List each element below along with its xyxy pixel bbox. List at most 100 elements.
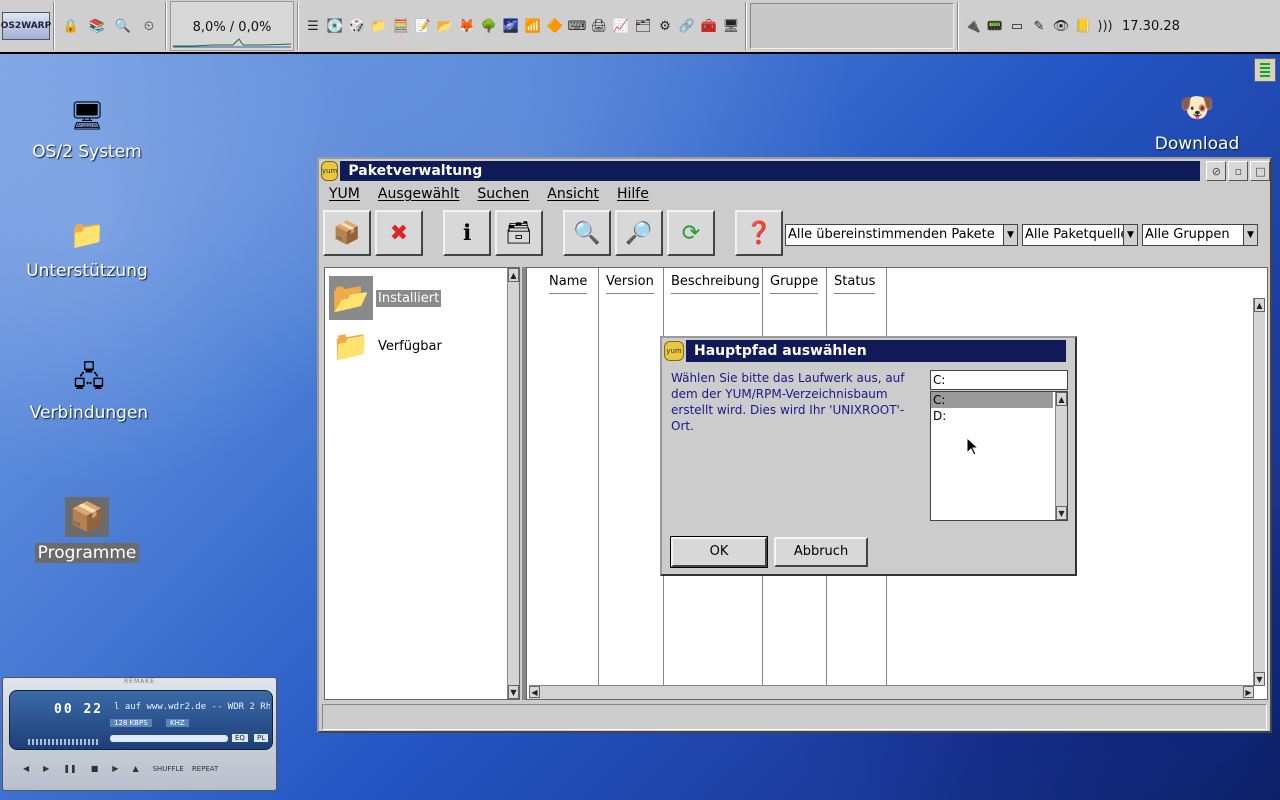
device-icon[interactable]: 📟 (986, 16, 1004, 36)
column-gruppe[interactable]: Gruppe (770, 274, 818, 294)
ok-button[interactable]: OK (670, 536, 768, 568)
desktop-icon-download[interactable]: 🐶 Download (1122, 88, 1272, 155)
column-beschreibung[interactable]: Beschreibung (671, 274, 760, 294)
menu-hilfe[interactable]: Hilfe (617, 186, 649, 202)
resource-indicator[interactable] (1254, 58, 1276, 82)
calculator-icon[interactable]: 🧮 (392, 16, 410, 36)
player-eq-button[interactable]: EQ (232, 734, 248, 742)
firefox-icon[interactable]: 🦊 (458, 16, 476, 36)
desktop-icon-programme[interactable]: 📦 Programme (12, 497, 162, 563)
clock[interactable]: 17.30.28 (1122, 19, 1180, 34)
drive-option-d[interactable]: D: (931, 408, 1053, 424)
wireless-icon[interactable]: ))) (1096, 16, 1114, 36)
window-titlebar[interactable]: yum Paketverwaltung ⊘ ▫ □ (319, 159, 1271, 183)
keyboard-icon[interactable]: ⌨ (568, 16, 587, 36)
column-name[interactable]: Name (549, 274, 587, 294)
search-icon[interactable]: 🔍 (113, 16, 133, 36)
menu-ausgewaehlt[interactable]: Ausgewählt (378, 186, 460, 202)
tree-scrollbar[interactable]: ▲ ▼ (507, 268, 519, 699)
books-icon[interactable]: 📚 (87, 16, 107, 36)
cancel-button[interactable]: Abbruch (774, 537, 868, 567)
shuffle-button[interactable]: SHUFFLE (153, 765, 184, 773)
printer-icon[interactable]: 🖨 (590, 16, 608, 36)
scroll-down-icon[interactable]: ▼ (1254, 672, 1265, 686)
window-hide-button[interactable]: ⊘ (1206, 161, 1227, 181)
refresh-button[interactable]: ⟳ (667, 210, 715, 256)
install-package-button[interactable]: 📦 (323, 210, 371, 256)
player-playlist-button[interactable]: PL (254, 734, 269, 742)
pen-icon[interactable]: ✎ (1030, 16, 1048, 36)
repeat-button[interactable]: REPEAT (192, 765, 218, 773)
column-version[interactable]: Version (606, 274, 654, 294)
drive-input[interactable]: C: (930, 370, 1068, 390)
window-list-icon[interactable]: ☰ (304, 16, 322, 36)
group-filter-select[interactable]: Alle Gruppen ▼ (1142, 224, 1258, 246)
window-minimize-button[interactable]: ▫ (1228, 161, 1249, 181)
scroll-up-icon[interactable]: ▲ (508, 268, 519, 282)
find-button[interactable]: 🔎 (615, 210, 663, 256)
scroll-left-icon[interactable]: ◀ (529, 686, 540, 698)
dialog-titlebar[interactable]: yum Hauptpfad auswählen (662, 338, 1075, 364)
yum-icon[interactable]: yum (321, 161, 339, 181)
search-package-button[interactable]: 🔍 (563, 210, 611, 256)
stop-icon[interactable]: ■ (91, 764, 99, 773)
desktop-icon-unterstuetzung[interactable]: 📁 Unterstützung (12, 215, 162, 282)
folder-doc-icon[interactable]: 📂 (436, 16, 454, 36)
chevron-down-icon[interactable]: ▼ (1003, 225, 1017, 245)
gears-icon[interactable]: ⚙ (656, 16, 674, 36)
menu-ansicht[interactable]: Ansicht (547, 186, 599, 202)
drive-option-c[interactable]: C: (931, 392, 1053, 408)
taskbar-window-area[interactable] (750, 3, 954, 49)
clock-icon[interactable]: ⏲ (139, 16, 159, 36)
yum-icon[interactable]: yum (664, 341, 684, 361)
package-files-button[interactable]: 🗃 (495, 210, 543, 256)
desktop-icon-os2-system[interactable]: 🖥 OS/2 System (12, 96, 162, 163)
dialer-icon[interactable]: 📶 (524, 16, 542, 36)
scroll-up-icon[interactable]: ▲ (1056, 392, 1067, 406)
eye-icon[interactable]: 👁 (1052, 16, 1070, 36)
previous-icon[interactable]: ◀ (23, 764, 29, 773)
toolbox-icon[interactable]: 🧰 (700, 16, 718, 36)
memory-icon[interactable]: ▭ (1008, 16, 1026, 36)
network-icon[interactable]: 🔗 (678, 16, 696, 36)
player-seek-slider[interactable] (110, 735, 228, 742)
scroll-down-icon[interactable]: ▼ (1056, 506, 1067, 520)
help-button[interactable]: ❓ (735, 210, 783, 256)
scroll-right-icon[interactable]: ▶ (1243, 686, 1254, 698)
scroll-up-icon[interactable]: ▲ (1254, 298, 1265, 312)
computers-icon[interactable]: 🖥 (722, 16, 740, 36)
os2-logo-button[interactable]: OS2WARP (1, 12, 51, 40)
folder-icon[interactable]: 📁 (370, 16, 388, 36)
drive-list-scrollbar[interactable]: ▲ ▼ (1055, 392, 1067, 520)
column-status[interactable]: Status (834, 274, 875, 294)
eject-icon[interactable]: ▲ (132, 764, 138, 773)
match-filter-select[interactable]: Alle übereinstimmenden Pakete ▼ (785, 224, 1018, 246)
list-vertical-scrollbar[interactable]: ▲ ▼ (1253, 298, 1265, 686)
space-icon[interactable]: 🌌 (502, 16, 520, 36)
tree-item-verfuegbar[interactable]: 📁 Verfügbar (329, 324, 444, 368)
pause-icon[interactable]: ❚❚ (63, 764, 76, 773)
window-maximize-button[interactable]: □ (1250, 161, 1271, 181)
scroll-down-icon[interactable]: ▼ (508, 685, 519, 699)
menu-yum[interactable]: YUM (329, 186, 360, 202)
package-info-button[interactable]: ℹ (443, 210, 491, 256)
tree-icon[interactable]: 🌳 (480, 16, 498, 36)
lock-icon[interactable]: 🔒 (61, 16, 81, 36)
remove-package-button[interactable]: ✖ (375, 210, 423, 256)
menu-suchen[interactable]: Suchen (477, 186, 529, 202)
vlc-icon[interactable]: 🔶 (546, 16, 564, 36)
drive-icon[interactable]: 💽 (326, 16, 344, 36)
chevron-down-icon[interactable]: ▼ (1243, 225, 1257, 245)
chevron-down-icon[interactable]: ▼ (1123, 225, 1137, 245)
play-icon[interactable]: ▶ (43, 764, 49, 773)
list-horizontal-scrollbar[interactable]: ◀ ▶ (529, 685, 1254, 699)
player-time[interactable]: 00 22 (54, 702, 103, 717)
book-icon[interactable]: 📒 (1074, 16, 1092, 36)
chart-icon[interactable]: 📈 (612, 16, 630, 36)
next-icon[interactable]: ▶ (112, 764, 118, 773)
checklist-icon[interactable]: 📝 (414, 16, 432, 36)
source-filter-select[interactable]: Alle Paketquellen ▼ (1022, 224, 1138, 246)
game-icon[interactable]: 🎲 (348, 16, 366, 36)
tree-item-installiert[interactable]: 📂 Installiert (329, 276, 442, 320)
folder-pen-icon[interactable]: 🗂 (634, 16, 652, 36)
